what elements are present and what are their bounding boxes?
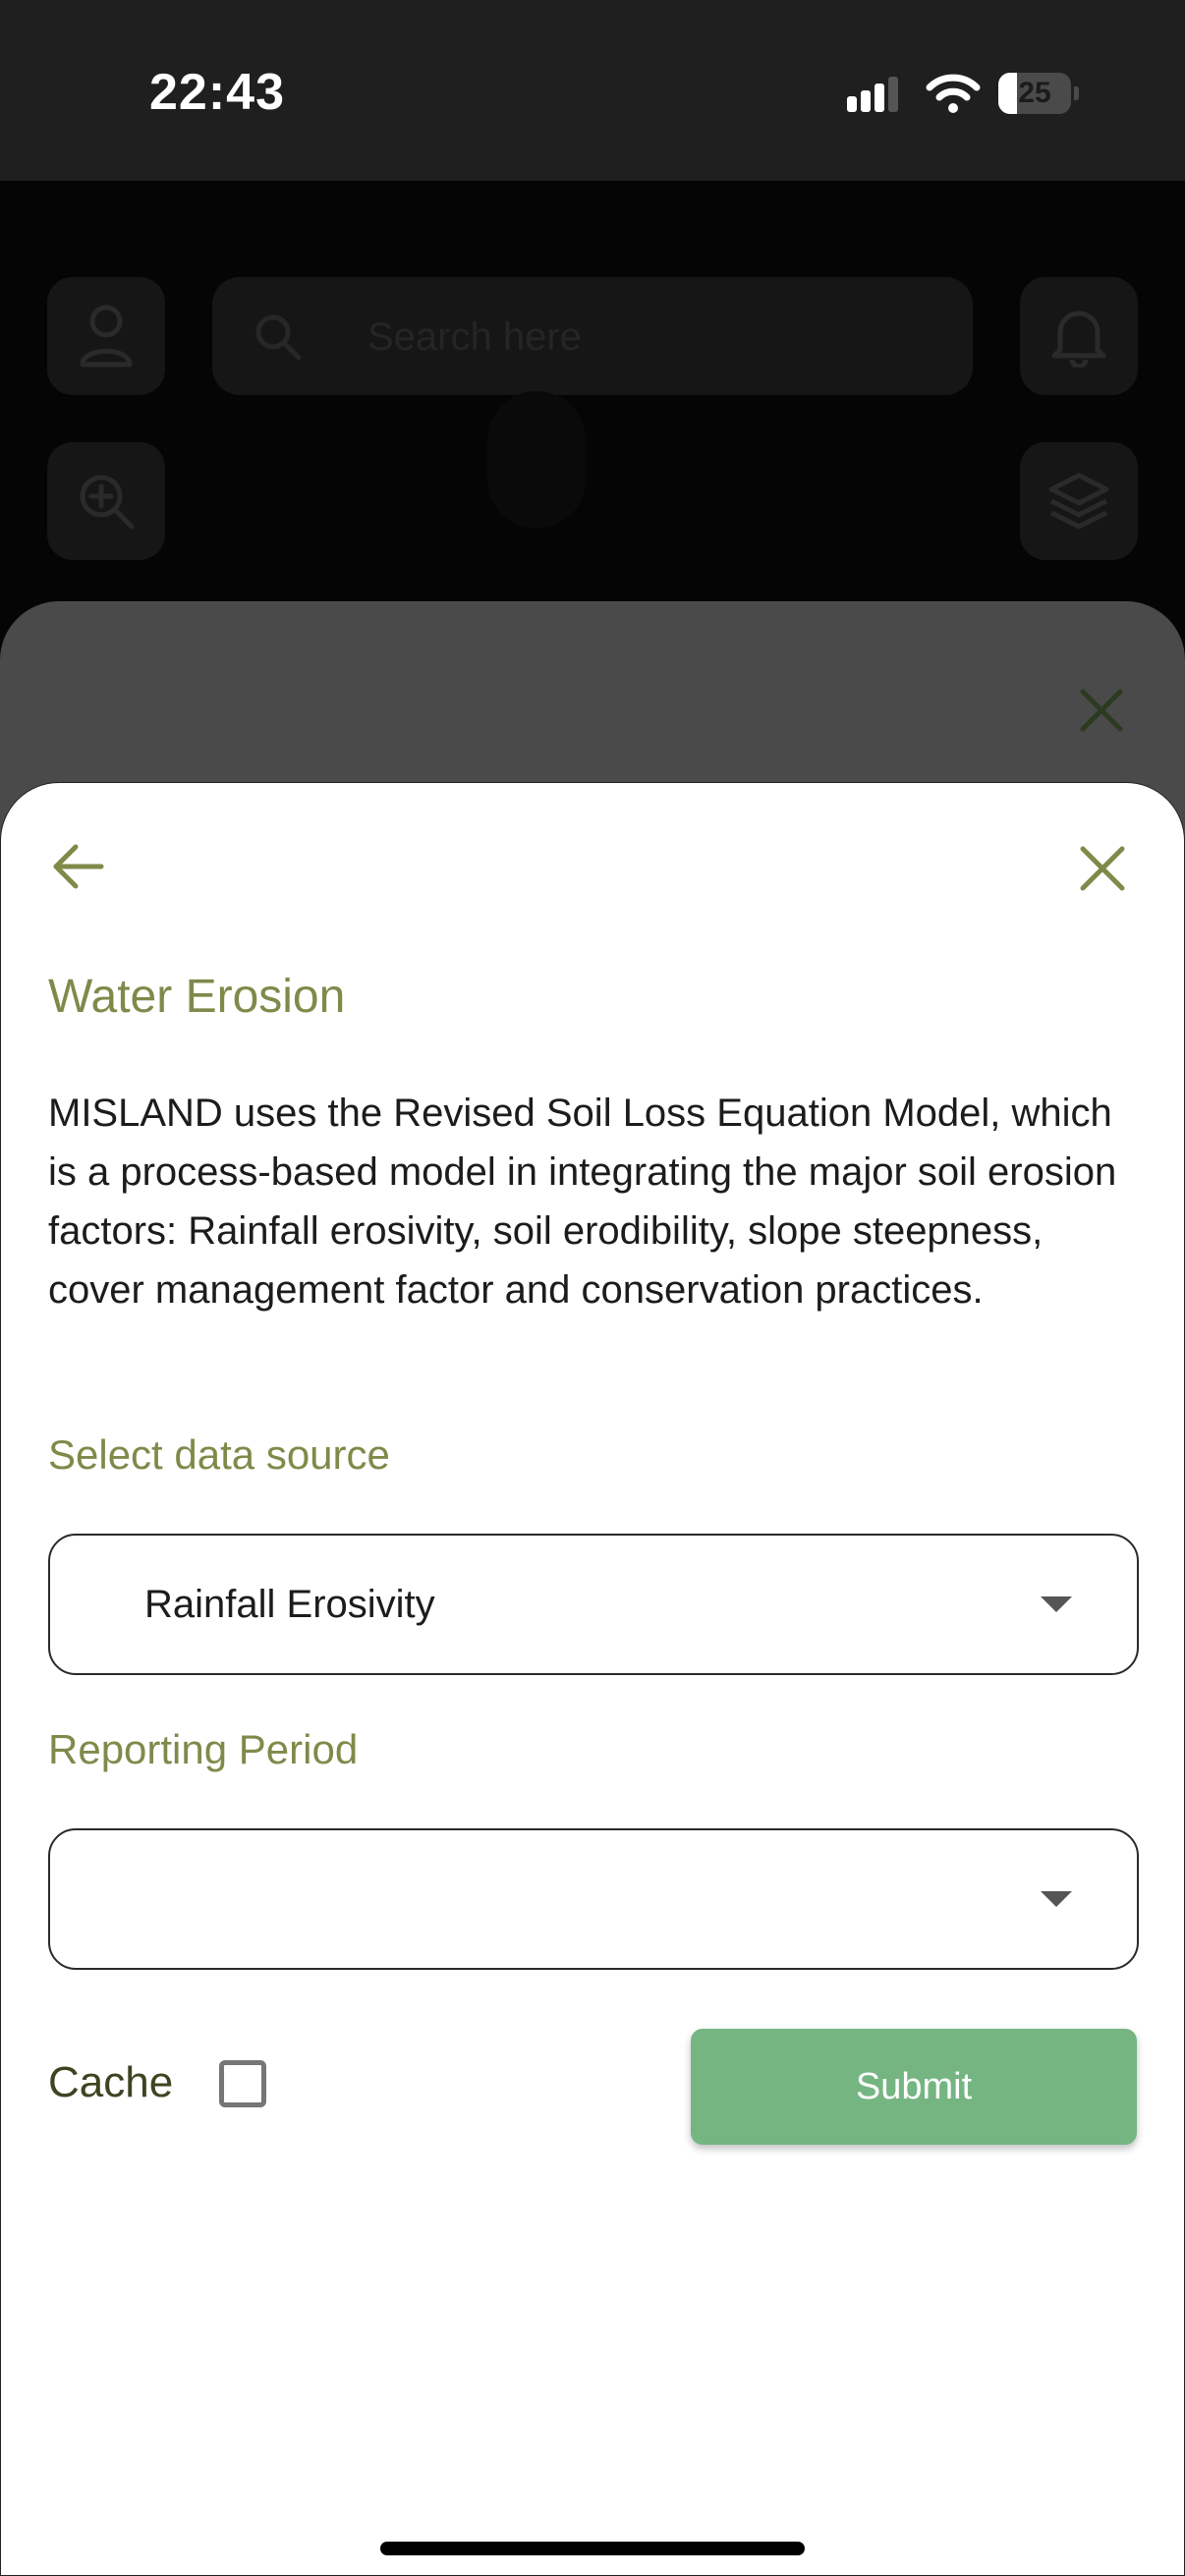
layers-button[interactable] [1020,442,1138,560]
search-input[interactable] [366,277,939,397]
status-bar: 22:43 25 [0,0,1185,181]
chevron-down-icon [1041,1891,1072,1907]
search-icon [255,314,302,361]
bell-icon [1051,310,1106,367]
chevron-down-icon [1041,1596,1072,1612]
zoom-in-button[interactable] [47,442,165,560]
data-source-label: Select data source [48,1431,390,1478]
wifi-icon [926,74,981,113]
notifications-button[interactable] [1020,277,1138,395]
zoom-in-icon [80,475,135,530]
water-erosion-sheet: Water Erosion MISLAND uses the Revised S… [0,782,1185,2576]
close-icon[interactable] [1076,842,1129,895]
battery-cap [1074,86,1079,100]
data-source-value: Rainfall Erosivity [144,1583,435,1626]
user-icon [80,305,133,367]
battery-level: 25 [1018,77,1051,109]
reporting-period-label: Reporting Period [48,1726,359,1772]
data-source-select[interactable]: Rainfall Erosivity [48,1534,1139,1675]
profile-button[interactable] [47,277,165,395]
battery-icon: 25 [998,73,1079,114]
map-marker [487,391,586,529]
layers-icon [1048,473,1109,530]
close-icon[interactable] [1077,686,1126,735]
sheet-description: MISLAND uses the Revised Soil Loss Equat… [48,1092,1117,1312]
cache-checkbox[interactable] [219,2060,266,2107]
submit-button[interactable]: Submit [691,2029,1137,2145]
status-time: 22:43 [149,64,285,121]
signal-icon [847,77,898,112]
home-indicator [380,2542,805,2555]
reporting-period-select[interactable] [48,1828,1139,1970]
map-search-bar[interactable] [212,277,973,397]
battery-body: 25 [998,73,1071,114]
cache-label: Cache [48,2058,174,2106]
sheet-title: Water Erosion [48,971,346,1023]
back-arrow-icon[interactable] [48,842,105,891]
